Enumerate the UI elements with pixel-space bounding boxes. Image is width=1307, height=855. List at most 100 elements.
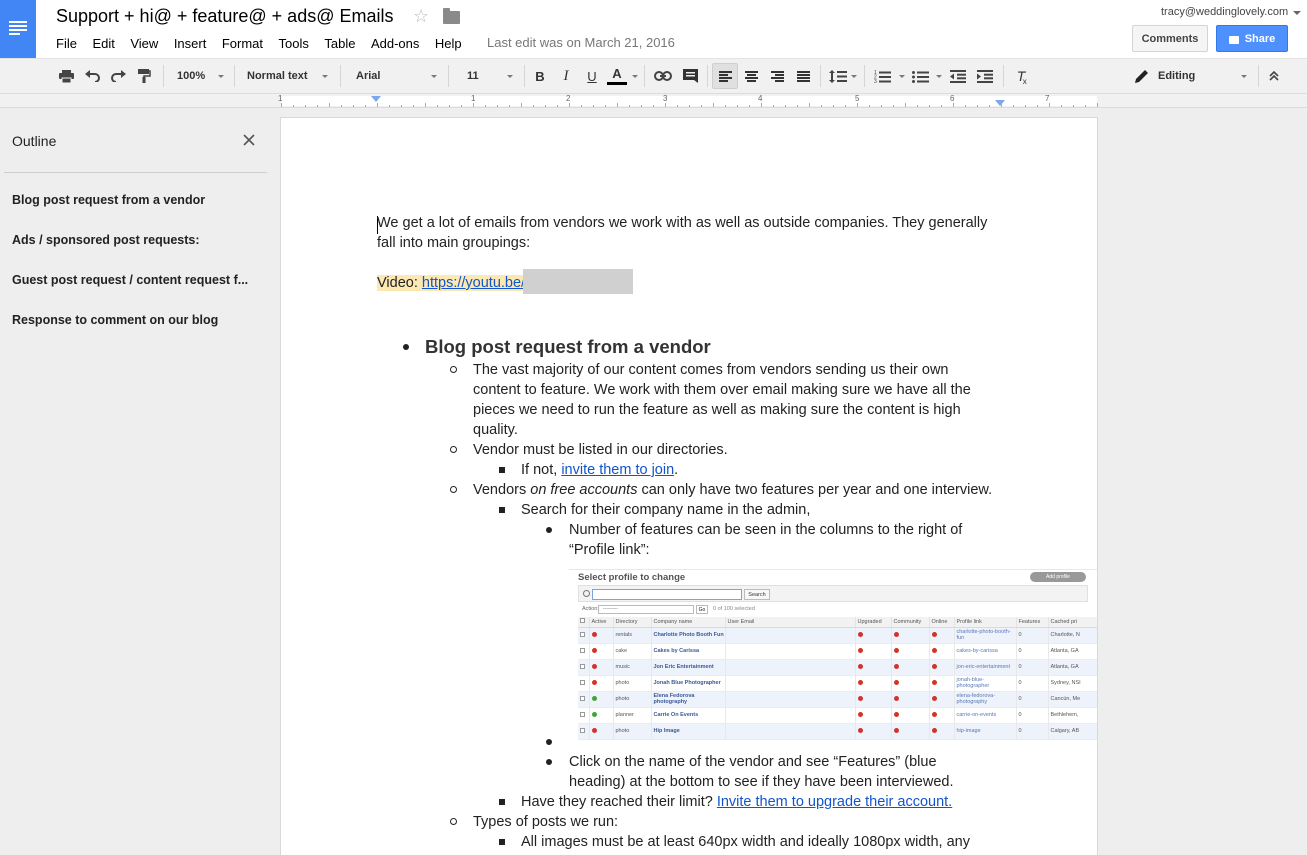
online-status <box>929 643 955 660</box>
editing-mode-dropdown[interactable]: Editing <box>1158 59 1195 93</box>
online-status <box>929 675 955 692</box>
close-icon[interactable] <box>240 131 258 149</box>
invite-to-join-link[interactable]: invite them to join <box>561 462 674 478</box>
cached-city-cell: Cancún, Me <box>1048 691 1097 708</box>
document-title[interactable]: Support + hi@ + feature@ + ads@ Emails <box>56 6 393 27</box>
insert-comment-button[interactable] <box>681 59 699 93</box>
outline-item-ads-sponsored[interactable]: Ads / sponsored post requests: <box>12 233 264 247</box>
ruler-tick <box>845 105 846 107</box>
font-dropdown[interactable]: Arial <box>356 59 380 93</box>
comments-button[interactable]: Comments <box>1132 25 1208 52</box>
style-dropdown[interactable]: Normal text <box>247 59 308 93</box>
list-bullet-circle <box>450 446 457 453</box>
italic-button[interactable]: I <box>558 59 574 93</box>
menu-view[interactable]: View <box>130 36 158 51</box>
paragraph-line: Number of features can be seen in the co… <box>569 522 963 538</box>
paragraph-line: If not, invite them to join. <box>521 460 678 480</box>
toolbar-separator <box>1258 65 1259 87</box>
font-size-dropdown[interactable]: 11 <box>467 59 479 93</box>
justify-icon <box>796 70 810 82</box>
toolbar-separator <box>1003 65 1004 87</box>
insert-link-button[interactable] <box>653 59 673 93</box>
features-cell: 0 <box>1016 723 1049 740</box>
ruler-tick <box>485 105 486 107</box>
column-header: Online <box>929 617 955 628</box>
bulleted-list-button[interactable] <box>910 59 930 93</box>
outline-item-blog-post-request[interactable]: Blog post request from a vendor <box>12 193 264 207</box>
text-run: . <box>674 462 679 478</box>
share-button[interactable]: Share <box>1216 25 1288 52</box>
ruler-tick <box>461 105 462 107</box>
docs-home-icon[interactable] <box>0 0 36 58</box>
menu-file[interactable]: File <box>56 36 77 51</box>
ruler-tick <box>929 105 930 107</box>
clear-formatting-button[interactable]: Tx <box>1011 59 1031 93</box>
upgrade-account-link[interactable]: Invite them to upgrade their account. <box>717 794 952 810</box>
collapse-toolbar-button[interactable] <box>1266 59 1282 93</box>
company-name-cell: Cakes by Carissa <box>651 643 726 660</box>
folder-icon[interactable] <box>443 8 460 24</box>
underline-button[interactable]: U <box>584 59 600 93</box>
community-status <box>891 691 930 708</box>
list-bullet-square <box>499 467 505 473</box>
line-spacing-button[interactable] <box>828 59 848 93</box>
redacted-block <box>523 269 633 294</box>
company-name-cell: Jonah Blue Photographer <box>651 675 726 692</box>
menu-add-ons[interactable]: Add-ons <box>371 36 419 51</box>
align-right-icon <box>770 70 784 82</box>
align-left-button[interactable] <box>712 63 738 89</box>
editing-mode-icon-wrap[interactable] <box>1133 59 1151 93</box>
toolbar-separator <box>707 65 708 87</box>
ruler-tick <box>293 105 294 107</box>
video-link[interactable]: https://youtu.be/ <box>421 275 526 291</box>
menu-help[interactable]: Help <box>435 36 462 51</box>
zoom-dropdown[interactable]: 100% <box>177 59 205 93</box>
redo-button[interactable] <box>109 59 127 93</box>
account-email[interactable]: tracy@weddinglovely.com <box>1161 6 1288 18</box>
menu-tools[interactable]: Tools <box>279 36 309 51</box>
numbered-list-button[interactable]: 123 <box>872 59 892 93</box>
ruler-tick <box>377 103 378 107</box>
ruler-tick <box>629 105 630 107</box>
toolbar-separator <box>234 65 235 87</box>
ruler-number: 4 <box>758 94 763 103</box>
menu-format[interactable]: Format <box>222 36 263 51</box>
menu-insert[interactable]: Insert <box>174 36 207 51</box>
right-indent-marker[interactable] <box>995 100 1005 106</box>
outline-panel: Outline Blog post request from a vendor … <box>0 109 281 855</box>
star-icon[interactable]: ☆ <box>413 6 429 27</box>
undo-button[interactable] <box>83 59 101 93</box>
paint-format-button[interactable] <box>135 59 153 93</box>
ruler-tick <box>581 105 582 107</box>
list-bullet-circle <box>450 366 457 373</box>
community-status <box>891 723 930 740</box>
ruler-tick <box>713 103 714 107</box>
text-color-button[interactable]: A <box>606 59 628 93</box>
print-button[interactable] <box>57 59 75 93</box>
paragraph-line: Vendor must be listed in our directories… <box>473 442 728 458</box>
company-name-cell: Charlotte Photo Booth Fun <box>651 627 726 644</box>
bold-button[interactable]: B <box>532 59 548 93</box>
last-edit-status[interactable]: Last edit was on March 21, 2016 <box>487 35 675 50</box>
list-bullet-circle <box>450 486 457 493</box>
increase-indent-button[interactable] <box>975 59 995 93</box>
align-right-button[interactable] <box>768 59 786 93</box>
outline-item-response-comment[interactable]: Response to comment on our blog <box>12 313 264 327</box>
menu-edit[interactable]: Edit <box>92 36 114 51</box>
ruler-tick <box>893 105 894 107</box>
list-bullet-square <box>499 799 505 805</box>
ruler[interactable]: 1 1 2 3 4 5 6 7 <box>0 94 1307 108</box>
align-center-button[interactable] <box>742 59 760 93</box>
document-page[interactable]: We get a lot of emails from vendors we w… <box>281 118 1097 855</box>
outline-item-guest-post[interactable]: Guest post request / content request f..… <box>12 273 264 287</box>
left-indent-marker[interactable] <box>371 96 381 102</box>
text-color-swatch <box>607 81 627 85</box>
justify-button[interactable] <box>794 59 812 93</box>
admin-action-select: --------- <box>598 605 694 614</box>
online-status <box>929 627 955 644</box>
menu-table[interactable]: Table <box>324 36 355 51</box>
decrease-indent-button[interactable] <box>948 59 968 93</box>
editing-mode-caret-icon <box>1241 75 1247 78</box>
list-bullet-disc <box>546 527 552 533</box>
account-dropdown-icon[interactable] <box>1293 11 1301 15</box>
